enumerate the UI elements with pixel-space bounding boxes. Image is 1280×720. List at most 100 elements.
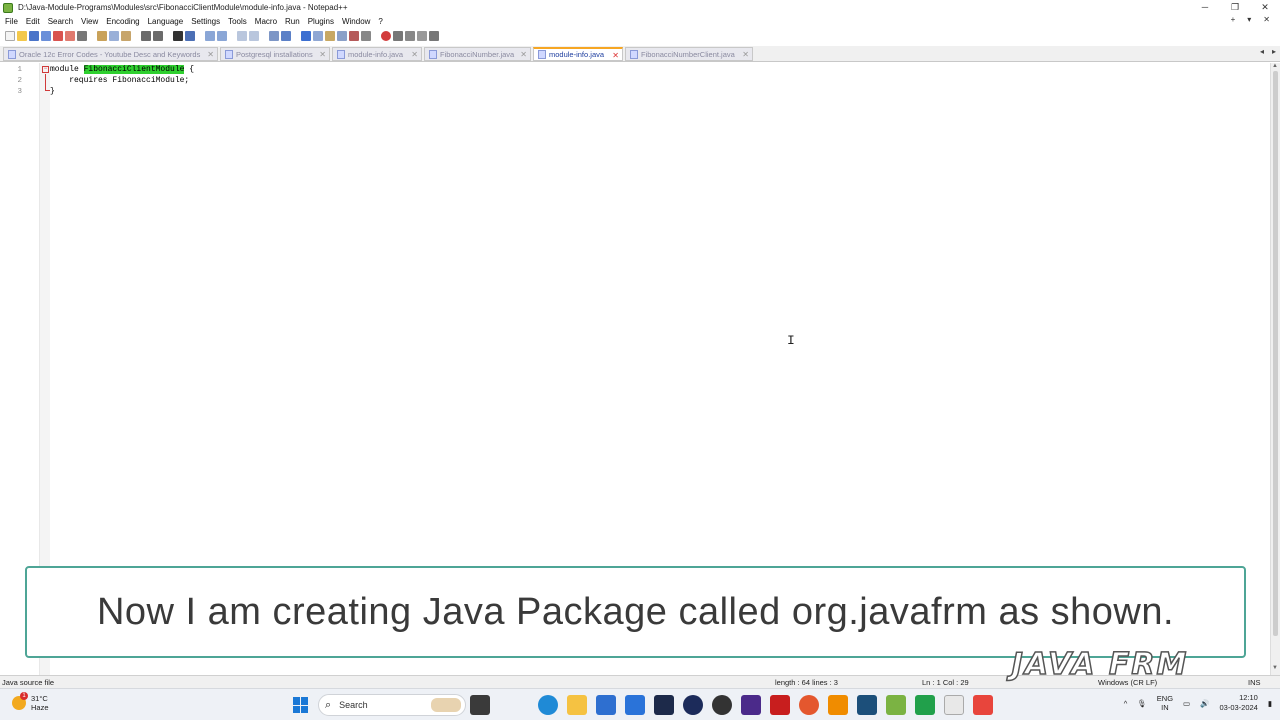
menu-file[interactable]: File — [5, 17, 18, 26]
sync-horizontal-icon[interactable] — [249, 31, 259, 41]
tab-fibonacci-number-client[interactable]: FibonacciNumberClient.java ✕ — [625, 47, 753, 61]
menu-search[interactable]: Search — [48, 17, 73, 26]
menu-macro[interactable]: Macro — [255, 17, 277, 26]
volume-icon[interactable]: 🔊 — [1200, 699, 1209, 708]
save-icon[interactable] — [29, 31, 39, 41]
file-explorer-icon[interactable] — [567, 695, 587, 715]
microphone-icon[interactable]: 🎙 — [1137, 699, 1147, 708]
scroll-up-arrow-icon[interactable]: ▲ — [1272, 63, 1278, 69]
tab-module-info-1[interactable]: module-info.java ✕ — [332, 47, 422, 61]
close-document-icon[interactable]: ✕ — [1263, 15, 1270, 24]
show-hidden-icons-chevron-icon[interactable]: ^ — [1124, 699, 1128, 708]
tab-module-info-active[interactable]: module-info.java ✕ — [533, 47, 623, 61]
obs-icon[interactable] — [683, 695, 703, 715]
play-macro-icon[interactable] — [405, 31, 415, 41]
undo-icon[interactable] — [141, 31, 151, 41]
monitoring-icon[interactable] — [361, 31, 371, 41]
redo-icon[interactable] — [153, 31, 163, 41]
language-define-icon[interactable] — [313, 31, 323, 41]
terminal-app-icon[interactable] — [857, 695, 877, 715]
tab-close-icon[interactable]: ✕ — [411, 50, 418, 59]
firefox-icon[interactable] — [799, 695, 819, 715]
menu-edit[interactable]: Edit — [26, 17, 40, 26]
close-icon[interactable] — [53, 31, 63, 41]
chrome-icon[interactable] — [944, 695, 964, 715]
save-all-icon[interactable] — [41, 31, 51, 41]
save-macro-icon[interactable] — [429, 31, 439, 41]
maximize-button[interactable]: ❐ — [1220, 0, 1250, 15]
windows-start-icon[interactable] — [293, 697, 309, 713]
weather-widget[interactable]: 1 31°C Haze — [12, 692, 49, 712]
menu-help[interactable]: ? — [378, 17, 382, 26]
clock[interactable]: 12:10 03-03-2024 — [1219, 693, 1257, 713]
find-icon[interactable] — [173, 31, 183, 41]
word-wrap-icon[interactable] — [269, 31, 279, 41]
acrobat-reader-icon[interactable] — [770, 695, 790, 715]
tab-scroll-left-icon[interactable]: ◂ — [1260, 47, 1264, 56]
media-app-icon[interactable] — [712, 695, 732, 715]
menu-window[interactable]: Window — [342, 17, 370, 26]
notifications-icon[interactable]: ▮ — [1268, 699, 1272, 708]
sync-vertical-icon[interactable] — [237, 31, 247, 41]
scrollbar-thumb[interactable] — [1273, 71, 1278, 636]
zoom-in-icon[interactable] — [205, 31, 215, 41]
tab-scroll-right-icon[interactable]: ▸ — [1272, 47, 1276, 56]
network-icon[interactable]: ▭ — [1183, 699, 1190, 708]
taskbar-pinned-apps — [470, 695, 993, 715]
folder-workspace-icon[interactable] — [349, 31, 359, 41]
menu-encoding[interactable]: Encoding — [106, 17, 139, 26]
menu-tools[interactable]: Tools — [228, 17, 247, 26]
minimize-button[interactable]: ─ — [1190, 0, 1220, 15]
vertical-scrollbar[interactable]: ▲ ▼ — [1270, 63, 1280, 675]
paste-icon[interactable] — [121, 31, 131, 41]
record-macro-icon[interactable] — [381, 31, 391, 41]
tab-close-icon[interactable]: ✕ — [520, 50, 527, 59]
stop-macro-icon[interactable] — [393, 31, 403, 41]
menu-run[interactable]: Run — [285, 17, 300, 26]
caption-banner: Now I am creating Java Package called or… — [25, 566, 1246, 658]
tab-close-icon[interactable]: ✕ — [742, 50, 749, 59]
scroll-down-arrow-icon[interactable]: ▼ — [1272, 665, 1278, 671]
fold-collapse-icon[interactable]: − — [42, 66, 49, 73]
vlc-player-icon[interactable] — [828, 695, 848, 715]
task-view-icon[interactable] — [470, 695, 490, 715]
language-indicator[interactable]: ENG IN — [1157, 694, 1173, 712]
run-macro-multiple-icon[interactable] — [417, 31, 427, 41]
menu-settings[interactable]: Settings — [191, 17, 220, 26]
replace-icon[interactable] — [185, 31, 195, 41]
tab-close-icon[interactable]: ✕ — [319, 50, 326, 59]
function-list-icon[interactable] — [337, 31, 347, 41]
taskbar-search-box[interactable]: ⌕ Search — [318, 694, 466, 716]
notepadpp-taskbar-icon[interactable] — [886, 695, 906, 715]
tab-list-dropdown-icon[interactable]: ▾ — [1247, 15, 1251, 24]
recorder-app-icon[interactable] — [973, 695, 993, 715]
file-icon — [8, 49, 16, 59]
code-keyword: module — [50, 65, 84, 74]
print-icon[interactable] — [77, 31, 87, 41]
open-file-icon[interactable] — [17, 31, 27, 41]
copy-icon[interactable] — [109, 31, 119, 41]
doc-map-icon[interactable] — [325, 31, 335, 41]
camtasia-icon[interactable] — [915, 695, 935, 715]
tab-close-icon[interactable]: ✕ — [612, 51, 619, 60]
show-all-chars-icon[interactable] — [281, 31, 291, 41]
zoom-out-icon[interactable] — [217, 31, 227, 41]
tab-postgresql-installations[interactable]: Postgresql installations ✕ — [220, 47, 330, 61]
new-file-icon[interactable] — [5, 31, 15, 41]
microsoft-store-icon[interactable] — [596, 695, 616, 715]
tab-oracle-error-codes[interactable]: Oracle 12c Error Codes - Youtube Desc an… — [3, 47, 218, 61]
menu-view[interactable]: View — [81, 17, 98, 26]
menu-language[interactable]: Language — [148, 17, 184, 26]
close-all-icon[interactable] — [65, 31, 75, 41]
cut-icon[interactable] — [97, 31, 107, 41]
menu-plugins[interactable]: Plugins — [308, 17, 334, 26]
indent-guide-icon[interactable] — [301, 31, 311, 41]
visual-studio-icon[interactable] — [741, 695, 761, 715]
mail-icon[interactable] — [625, 695, 645, 715]
new-tab-plus-icon[interactable]: + — [1231, 15, 1236, 24]
camera-app-icon[interactable] — [654, 695, 674, 715]
close-window-button[interactable]: ✕ — [1250, 0, 1280, 15]
edge-browser-icon[interactable] — [538, 695, 558, 715]
tab-close-icon[interactable]: ✕ — [207, 50, 214, 59]
tab-fibonacci-number[interactable]: FibonacciNumber.java ✕ — [424, 47, 531, 61]
